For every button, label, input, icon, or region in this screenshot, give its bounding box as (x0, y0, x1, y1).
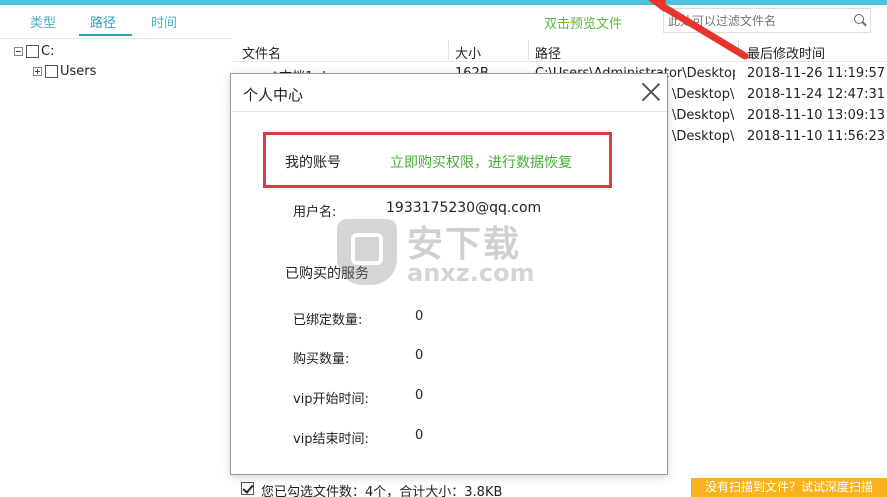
view-tabs: 类型 路径 时间 (0, 5, 240, 37)
cell-mtime: 2018-11-26 11:19:57 (747, 66, 886, 81)
tree-node-c-drive[interactable]: C: (14, 43, 54, 59)
shield-logo-icon (337, 219, 397, 285)
column-header-mtime[interactable]: 最后修改时间 (747, 43, 825, 62)
vip-start-value: 0 (415, 388, 424, 403)
close-icon[interactable] (641, 82, 661, 102)
expand-icon[interactable] (33, 66, 42, 76)
cell-path: \Desktop\ (672, 108, 735, 123)
tree-label-users: Users (60, 63, 97, 79)
purchase-count-label: 购买数量: (293, 352, 350, 367)
account-highlight-box: 我的账号 立即购买权限，进行数据恢复 (263, 132, 612, 188)
bound-count-label: 已绑定数量: (293, 313, 363, 328)
dialog-header: 个人中心 (231, 74, 667, 112)
tab-time[interactable]: 时间 (151, 12, 177, 31)
column-header-path[interactable]: 路径 (535, 43, 561, 62)
username-label: 用户名: (293, 205, 337, 220)
tab-type[interactable]: 类型 (30, 12, 56, 31)
red-arrow-annotation-icon (648, 0, 749, 60)
my-account-label: 我的账号 (285, 155, 341, 171)
cell-path: \Desktop\ (672, 87, 735, 102)
cell-path: \Desktop\ (672, 129, 735, 144)
cell-mtime: 2018-11-10 11:56:23 (747, 129, 886, 144)
tree-checkbox-c[interactable] (26, 44, 39, 58)
active-tab-indicator (79, 34, 132, 36)
collapse-icon[interactable] (14, 46, 23, 56)
column-separator (448, 40, 449, 60)
folder-tree: C: Users (0, 38, 232, 478)
vip-start-label: vip开始时间: (293, 392, 369, 407)
column-header-name[interactable]: 文件名 (242, 43, 281, 62)
tree-label-c: C: (41, 43, 55, 59)
buy-permission-link[interactable]: 立即购买权限，进行数据恢复 (390, 152, 572, 172)
dialog-title: 个人中心 (243, 86, 304, 104)
username-value: 1933175230@qq.com (386, 200, 542, 216)
double-click-preview-link[interactable]: 双击预览文件 (544, 13, 622, 32)
watermark-subtext: anxz.com (407, 259, 535, 287)
purchase-count-value: 0 (415, 348, 424, 363)
selection-summary: 您已勾选文件数：4个，合计大小：3.8KB (261, 485, 503, 497)
column-separator (528, 40, 529, 60)
tree-node-users[interactable]: Users (33, 63, 96, 79)
vip-end-label: vip结束时间: (293, 432, 369, 447)
site-watermark: 安下载 anxz.com (337, 215, 552, 290)
file-table-header: 文件名 大小 路径 最后修改时间 (232, 38, 887, 62)
select-all-checkbox[interactable] (241, 482, 254, 495)
tab-path[interactable]: 路径 (90, 12, 116, 31)
column-header-size[interactable]: 大小 (455, 43, 481, 62)
cell-mtime: 2018-11-24 12:47:31 (747, 87, 886, 102)
tree-checkbox-users[interactable] (45, 64, 58, 78)
bound-count-value: 0 (415, 309, 424, 324)
cell-mtime: 2018-11-10 13:09:13 (747, 108, 886, 123)
search-icon[interactable] (854, 14, 864, 24)
deep-scan-button[interactable]: 没有扫描到文件？试试深度扫描 (691, 478, 887, 497)
vip-end-value: 0 (415, 428, 424, 443)
